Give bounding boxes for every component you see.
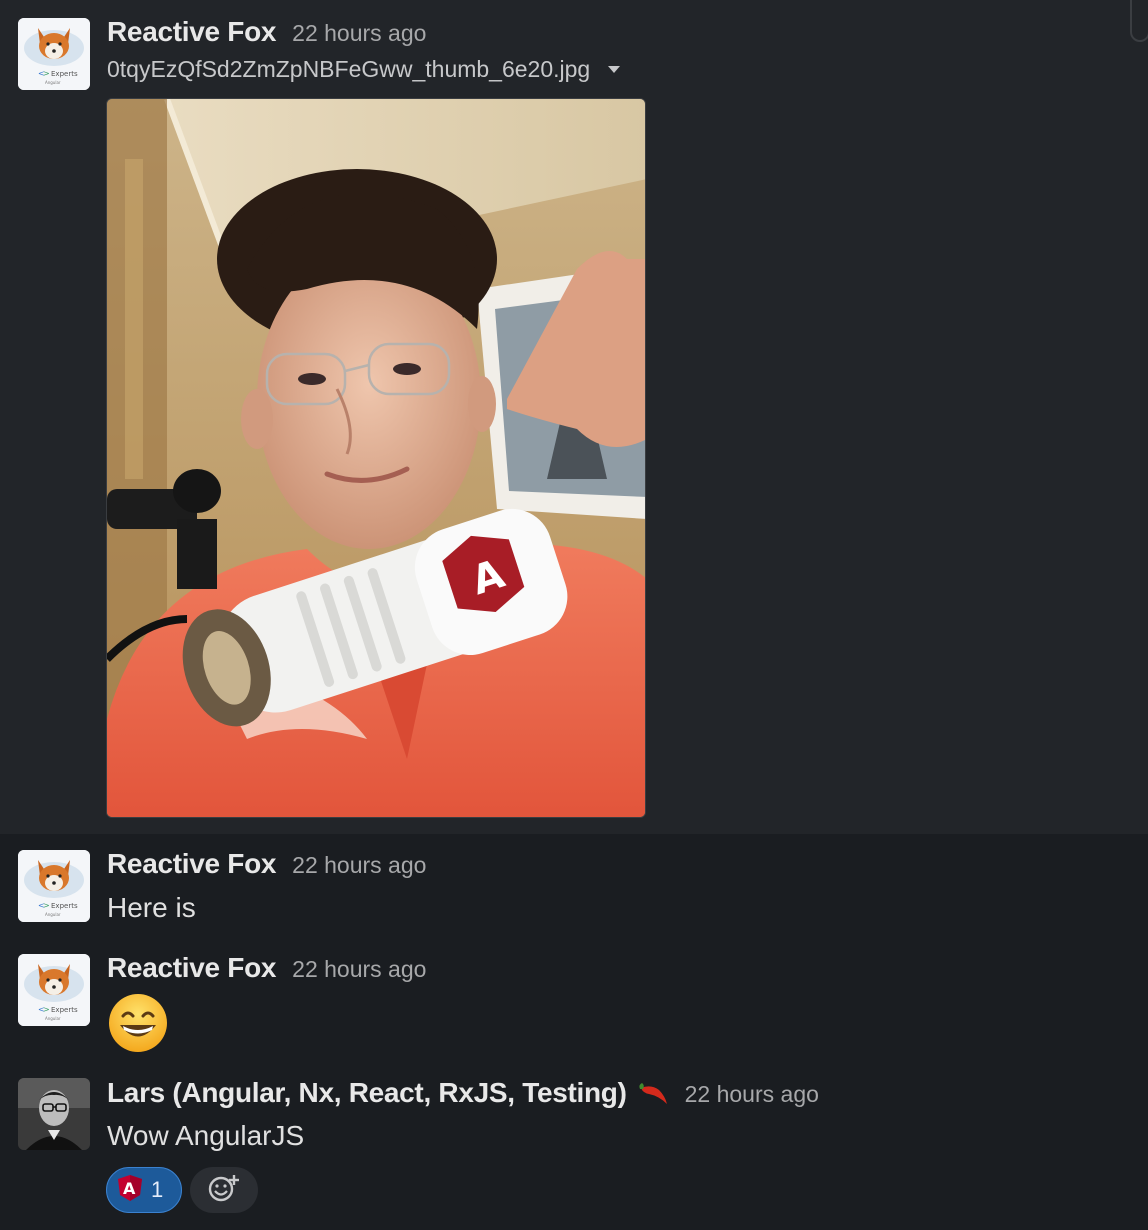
attached-photo[interactable]: A xyxy=(106,98,646,818)
svg-text:Angular: Angular xyxy=(45,1016,61,1021)
angularjs-icon: A xyxy=(117,1174,143,1207)
svg-text:A: A xyxy=(123,1179,136,1198)
avatar[interactable] xyxy=(18,1078,90,1150)
add-emoji-icon xyxy=(207,1173,241,1208)
svg-text:Angular: Angular xyxy=(45,80,61,85)
svg-text:Experts: Experts xyxy=(51,902,78,910)
svg-text:Experts: Experts xyxy=(51,1006,78,1014)
avatar[interactable]: < > Experts Angular xyxy=(18,18,90,90)
message-header: Reactive Fox 22 hours ago xyxy=(107,848,426,880)
author-name[interactable]: Reactive Fox xyxy=(107,16,276,48)
red-chili-icon[interactable] xyxy=(637,1080,669,1106)
timestamp[interactable]: 22 hours ago xyxy=(292,852,426,879)
chevron-down-icon[interactable] xyxy=(608,66,621,73)
file-attachment-header[interactable]: 0tqyEzQfSd2ZmZpNBFeGww_thumb_6e20.jpg xyxy=(107,56,621,83)
svg-text:Experts: Experts xyxy=(51,70,78,78)
message-text: Here is xyxy=(107,892,196,923)
grinning-face-emoji xyxy=(107,992,169,1054)
message-header: Reactive Fox 22 hours ago xyxy=(107,16,426,48)
message-pane: < > Experts Angular Reactive Fox 22 hour… xyxy=(0,0,1148,1230)
file-name[interactable]: 0tqyEzQfSd2ZmZpNBFeGww_thumb_6e20.jpg xyxy=(107,56,590,83)
author-name[interactable]: Reactive Fox xyxy=(107,848,276,880)
svg-text:>: > xyxy=(43,901,50,910)
avatar[interactable]: < > Experts Angular xyxy=(18,850,90,922)
timestamp[interactable]: 22 hours ago xyxy=(292,956,426,983)
reaction-count: 1 xyxy=(151,1177,164,1202)
timestamp[interactable]: 22 hours ago xyxy=(685,1081,819,1108)
reaction-pill[interactable]: A 1 xyxy=(106,1167,182,1213)
scrollbar[interactable] xyxy=(1130,0,1148,42)
timestamp[interactable]: 22 hours ago xyxy=(292,20,426,47)
message-text: Wow AngularJS xyxy=(107,1120,305,1151)
add-reaction-button[interactable] xyxy=(190,1167,258,1213)
svg-text:Angular: Angular xyxy=(45,912,61,917)
avatar[interactable]: < > Experts Angular xyxy=(18,954,90,1026)
author-name[interactable]: Reactive Fox xyxy=(107,952,276,984)
message-header: Reactive Fox 22 hours ago xyxy=(107,952,426,984)
author-name[interactable]: Lars (Angular, Nx, React, RxJS, Testing) xyxy=(107,1077,627,1109)
message-header: Lars (Angular, Nx, React, RxJS, Testing)… xyxy=(107,1076,819,1109)
svg-text:>: > xyxy=(43,69,50,78)
svg-text:>: > xyxy=(43,1005,50,1014)
